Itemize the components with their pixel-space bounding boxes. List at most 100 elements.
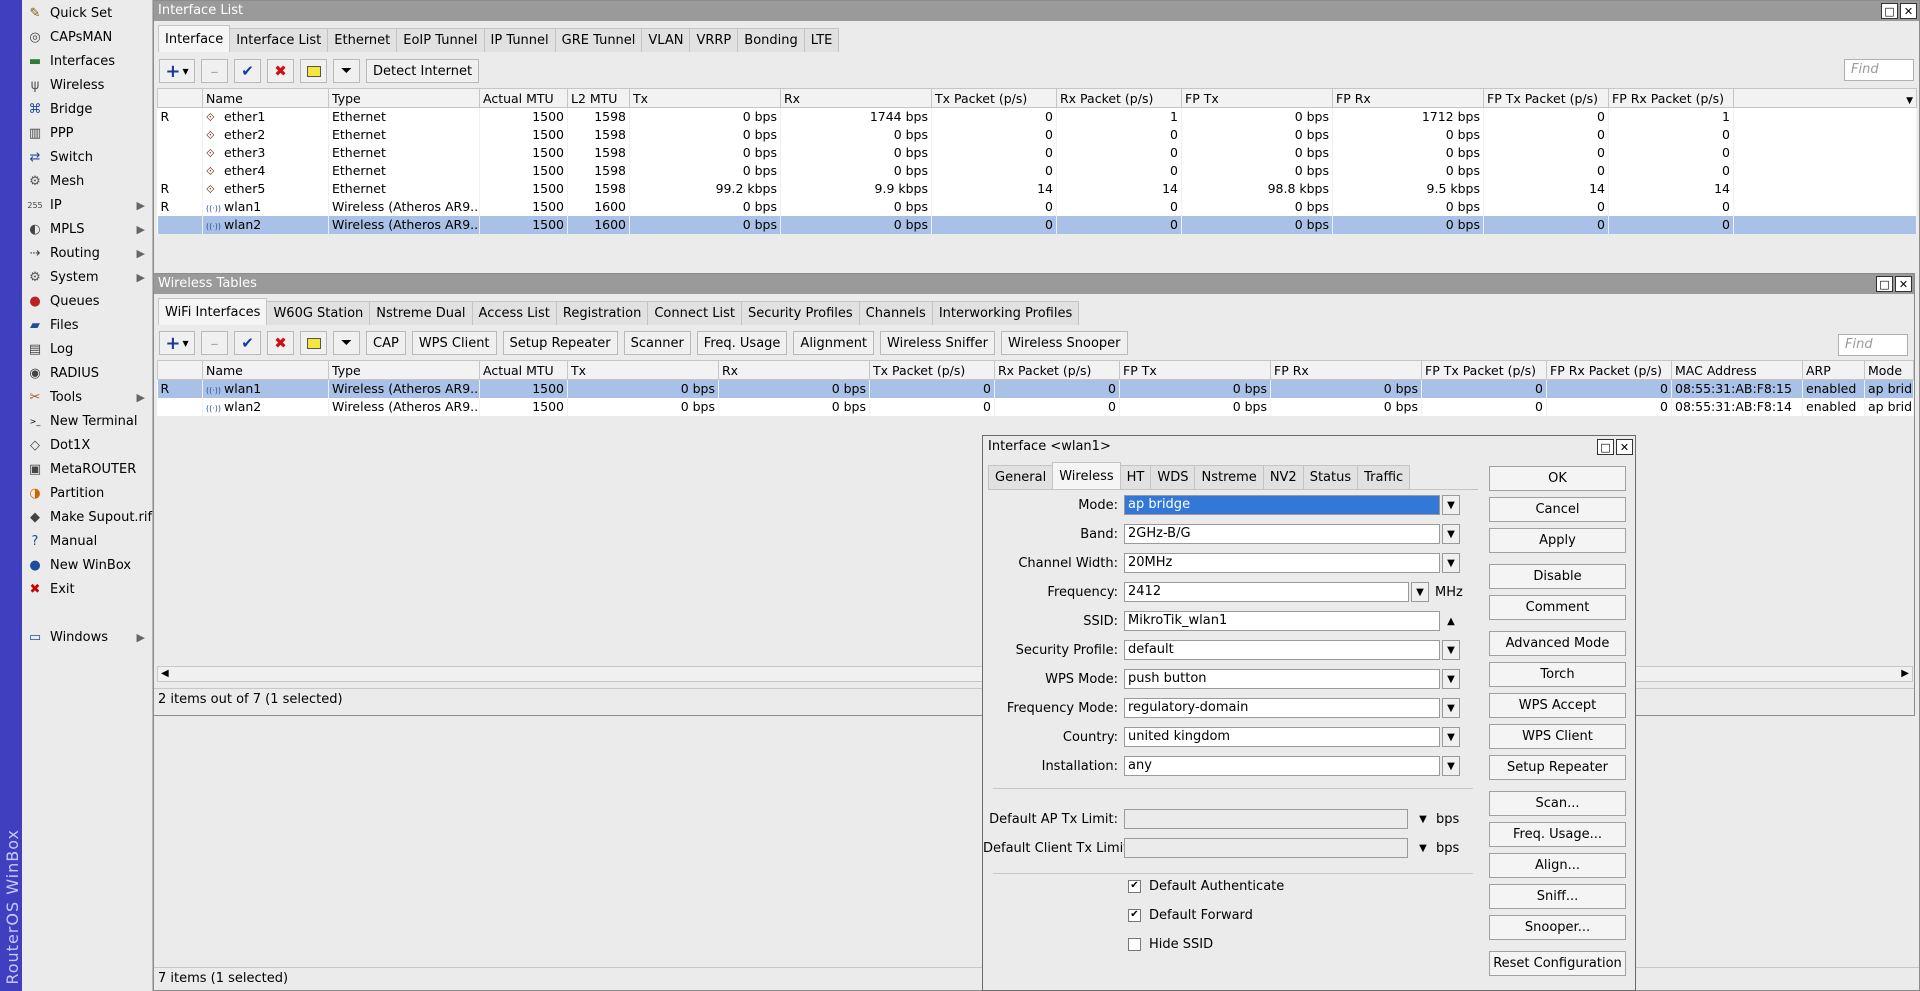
dropdown-arrow-icon[interactable]: ▼: [1442, 495, 1460, 515]
find-input[interactable]: Find: [1844, 59, 1914, 81]
scroll-right-icon[interactable]: ▶: [1901, 668, 1909, 679]
column-header[interactable]: MAC Address: [1671, 360, 1803, 380]
table-row[interactable]: ((·)) wlan2 Wireless (Atheros AR9... 1500 16…: [157, 215, 1917, 234]
column-header[interactable]: FP Tx: [1181, 88, 1333, 108]
tab-nstreme[interactable]: Nstreme: [1194, 465, 1264, 489]
tab-ethernet[interactable]: Ethernet: [327, 28, 398, 52]
column-header[interactable]: FP Rx: [1270, 360, 1422, 380]
sniff-button[interactable]: Sniff...: [1489, 884, 1626, 909]
wireless-snooper-button[interactable]: Wireless Snooper: [1000, 331, 1128, 355]
field-value-input[interactable]: 20MHz: [1124, 553, 1440, 573]
sidebar-item-switch[interactable]: ⇄ Switch: [22, 145, 153, 169]
tab-bonding[interactable]: Bonding: [737, 28, 805, 52]
tab-eoip-tunnel[interactable]: EoIP Tunnel: [396, 28, 485, 52]
column-header[interactable]: [157, 88, 203, 108]
sidebar-item-mpls[interactable]: ◐ MPLS ▶: [22, 217, 153, 241]
close-button[interactable]: ✕: [1895, 276, 1912, 292]
add-button[interactable]: + ▼: [159, 331, 195, 355]
column-header[interactable]: Type: [328, 88, 480, 108]
dropdown-arrow-icon[interactable]: ▼: [1442, 524, 1460, 544]
tab-interworking-profiles[interactable]: Interworking Profiles: [931, 301, 1080, 325]
field-value-input[interactable]: 2GHz-B/G: [1124, 524, 1440, 544]
scroll-left-icon[interactable]: ◀: [161, 668, 169, 679]
tab-lte[interactable]: LTE: [803, 28, 840, 52]
column-header[interactable]: Actual MTU: [479, 360, 568, 380]
sidebar-item-log[interactable]: ▤ Log: [22, 337, 153, 361]
sidebar-item-new-winbox[interactable]: ● New WinBox: [22, 553, 153, 577]
column-header[interactable]: FP Rx Packet (p/s): [1546, 360, 1672, 380]
column-header[interactable]: Actual MTU: [479, 88, 568, 108]
wps-accept-button[interactable]: WPS Accept: [1489, 693, 1626, 718]
ok-button[interactable]: OK: [1489, 466, 1626, 491]
advanced-mode-button[interactable]: Advanced Mode: [1489, 631, 1626, 656]
table-row[interactable]: R ((·)) wlan1 Wireless (Atheros AR9... 1500 1…: [157, 197, 1917, 216]
field-value-input[interactable]: regulatory-domain: [1124, 698, 1440, 718]
column-header[interactable]: Rx: [718, 360, 870, 380]
tab-wireless[interactable]: Wireless: [1052, 462, 1121, 489]
dropdown-arrow-icon[interactable]: ▼: [1442, 756, 1460, 776]
scan-button[interactable]: Scan...: [1489, 791, 1626, 816]
column-header[interactable]: FP Tx Packet (p/s): [1483, 88, 1609, 108]
find-input[interactable]: Find: [1838, 334, 1908, 356]
sidebar-item-partition[interactable]: ◑ Partition: [22, 481, 153, 505]
column-header[interactable]: Type: [328, 360, 480, 380]
checkbox-default-authenticate[interactable]: ✔ Default Authenticate: [1128, 877, 1284, 895]
tab-security-profiles[interactable]: Security Profiles: [740, 301, 860, 325]
dropdown-arrow-icon[interactable]: ▼: [1442, 669, 1460, 689]
field-value-input[interactable]: any: [1124, 756, 1440, 776]
column-header[interactable]: Tx Packet (p/s): [931, 88, 1057, 108]
tab-interface-list[interactable]: Interface List: [229, 28, 329, 52]
checkbox-empty-icon[interactable]: [1128, 937, 1141, 951]
sidebar-item-system[interactable]: ⚙ System ▶: [22, 265, 153, 289]
tab-vrrp[interactable]: VRRP: [689, 28, 739, 52]
field-value-input[interactable]: united kingdom: [1124, 727, 1440, 747]
close-button[interactable]: ✕: [1616, 439, 1633, 455]
tab-status[interactable]: Status: [1302, 465, 1359, 489]
maximize-button[interactable]: □: [1876, 276, 1893, 292]
freq-usage-button[interactable]: Freq. Usage...: [1489, 822, 1626, 847]
tab-nv2[interactable]: NV2: [1262, 465, 1304, 489]
field-value-input[interactable]: ap bridge: [1124, 495, 1440, 515]
sidebar-item-radius[interactable]: ◉ RADIUS: [22, 361, 153, 385]
column-header[interactable]: Tx Packet (p/s): [869, 360, 995, 380]
field-value-input[interactable]: MikroTik_wlan1: [1124, 611, 1440, 631]
sidebar-item-wireless[interactable]: ψ Wireless: [22, 73, 153, 97]
column-header[interactable]: [157, 360, 203, 380]
field-value-input[interactable]: [1124, 838, 1408, 858]
tab-general[interactable]: General: [988, 465, 1054, 489]
column-menu-button[interactable]: ▼: [1733, 88, 1917, 108]
sidebar-item-capsman[interactable]: ◎ CAPsMAN: [22, 25, 153, 49]
table-row[interactable]: R ⟐ ether5 Ethernet 1500 1598 99.2 kbps 9.9 kbp…: [157, 179, 1917, 198]
dropdown-arrow-icon[interactable]: ▼: [1411, 582, 1429, 602]
sidebar-item-exit[interactable]: ✖ Exit: [22, 577, 153, 601]
tab-wds[interactable]: WDS: [1150, 465, 1196, 489]
wireless-sniffer-button[interactable]: Wireless Sniffer: [880, 331, 995, 355]
disable-button[interactable]: ✖: [267, 59, 294, 83]
field-value-input[interactable]: default: [1124, 640, 1440, 660]
wps-client-button[interactable]: WPS Client: [411, 331, 497, 355]
dropdown-arrow-icon[interactable]: ▼: [1414, 809, 1432, 829]
table-row[interactable]: R ((·)) wlan1 Wireless (Atheros AR9... 1500 0…: [157, 379, 1914, 398]
field-value-input[interactable]: [1124, 809, 1408, 829]
tab-registration[interactable]: Registration: [555, 301, 649, 325]
table-row[interactable]: ⟐ ether2 Ethernet 1500 1598 0 bps 0 bps 0 0 0 bps…: [157, 125, 1917, 144]
freq-usage-button[interactable]: Freq. Usage: [696, 331, 788, 355]
maximize-button[interactable]: □: [1597, 439, 1614, 455]
column-header[interactable]: FP Tx: [1119, 360, 1271, 380]
comment-button[interactable]: [300, 59, 327, 83]
sidebar-item-interfaces[interactable]: ▬ Interfaces: [22, 49, 153, 73]
field-value-input[interactable]: 2412: [1124, 582, 1409, 602]
enable-button[interactable]: ✔: [234, 331, 261, 355]
tab-channels[interactable]: Channels: [858, 301, 933, 325]
dropdown-arrow-icon[interactable]: ▼: [1442, 727, 1460, 747]
wps-client-button[interactable]: WPS Client: [1489, 724, 1626, 749]
column-header[interactable]: Tx: [567, 360, 719, 380]
table-row[interactable]: ⟐ ether3 Ethernet 1500 1598 0 bps 0 bps 0 0 0 bps…: [157, 143, 1917, 162]
apply-button[interactable]: Apply: [1489, 528, 1626, 553]
detect-internet-button[interactable]: Detect Internet: [366, 59, 480, 83]
column-header[interactable]: Tx: [629, 88, 781, 108]
disable-button[interactable]: ✖: [267, 331, 294, 355]
table-row[interactable]: ⟐ ether4 Ethernet 1500 1598 0 bps 0 bps 0 0 0 bps…: [157, 161, 1917, 180]
column-header[interactable]: L2 MTU: [567, 88, 630, 108]
align-button[interactable]: Align...: [1489, 853, 1626, 878]
